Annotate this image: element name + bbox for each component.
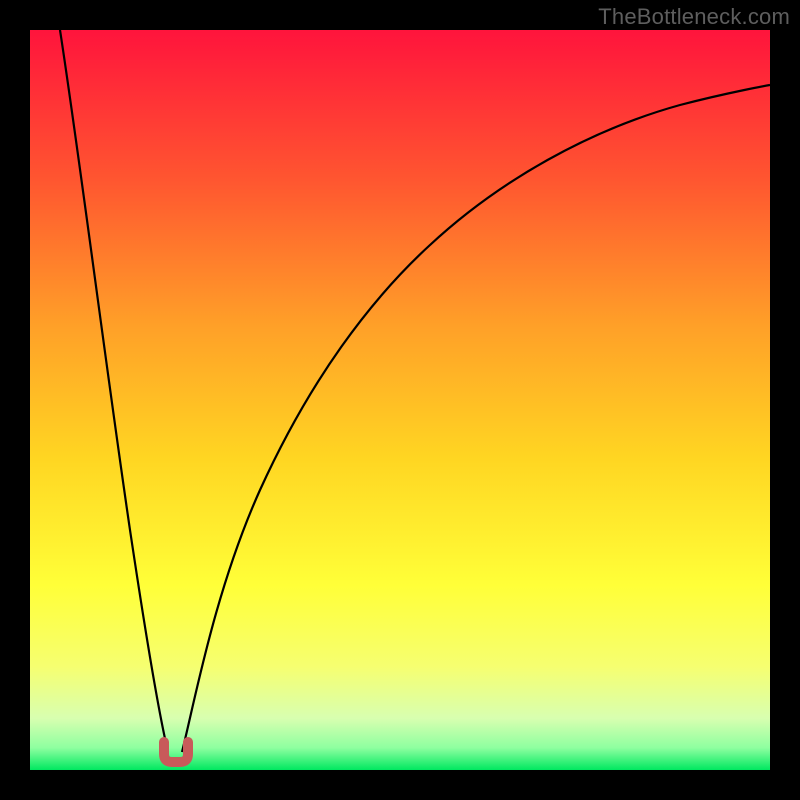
watermark-text: TheBottleneck.com [598, 4, 790, 30]
gradient-background [30, 30, 770, 770]
chart-svg [30, 30, 770, 770]
chart-frame: TheBottleneck.com [0, 0, 800, 800]
plot-area [30, 30, 770, 770]
